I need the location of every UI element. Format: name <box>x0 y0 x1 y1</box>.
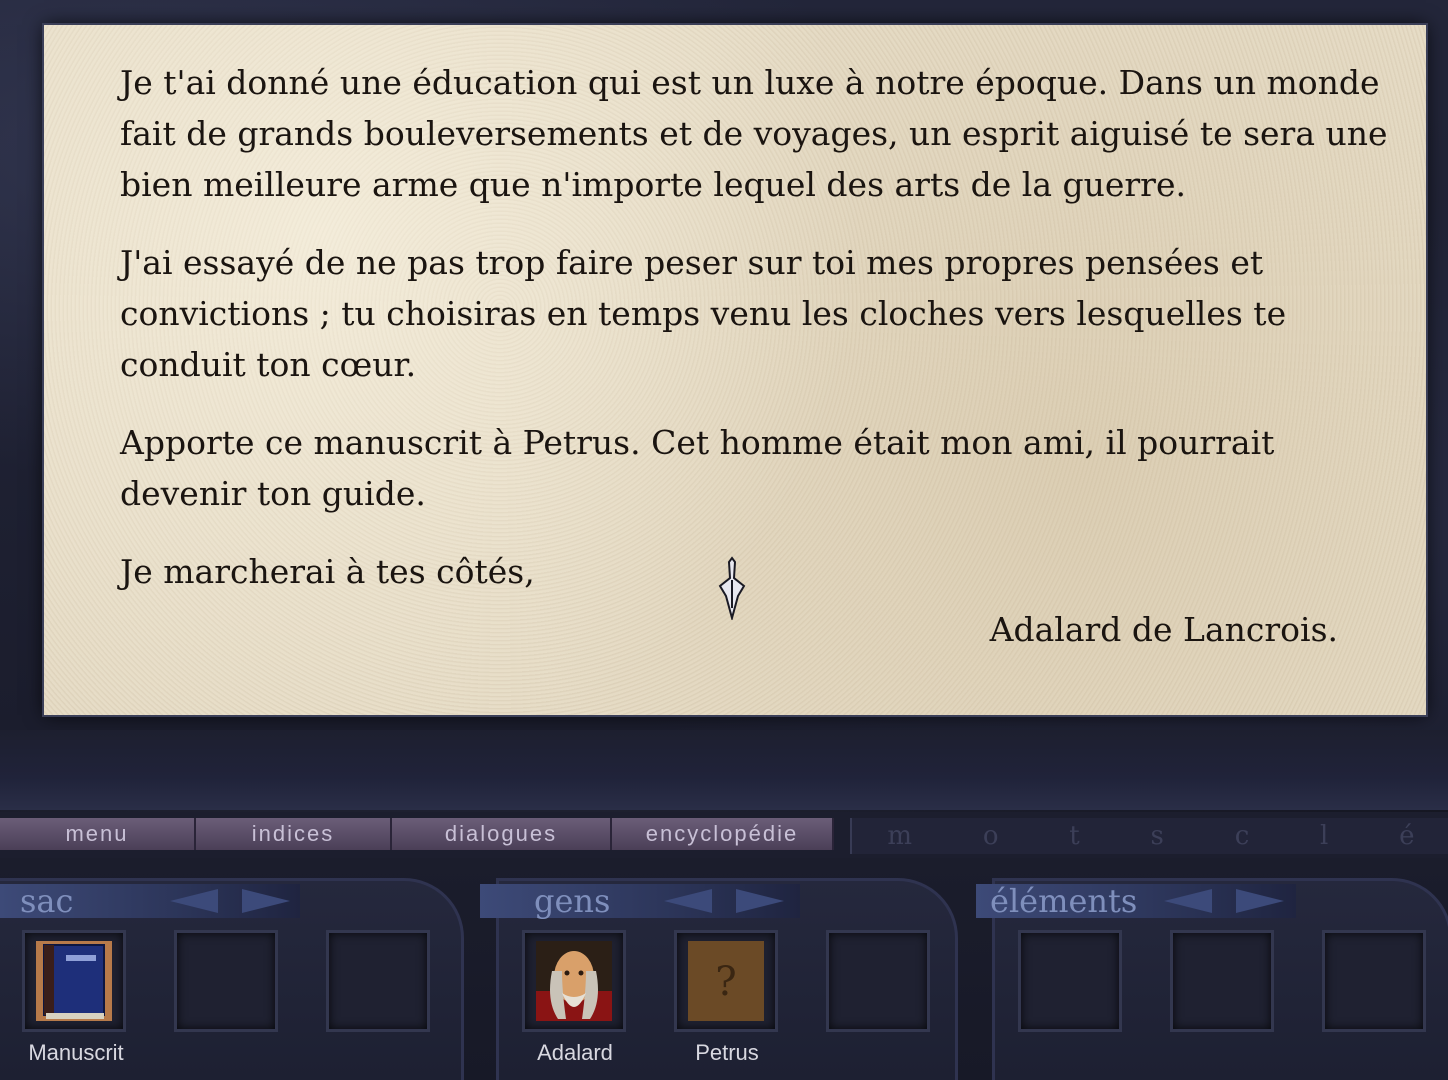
left-arrow-icon[interactable] <box>1164 889 1212 913</box>
character-slot-empty[interactable] <box>826 930 930 1032</box>
tab-indices[interactable]: indices <box>196 818 392 850</box>
tab-encyclopedie[interactable]: encyclopédie <box>612 818 834 850</box>
character-slot-adalard[interactable] <box>522 930 626 1032</box>
keyword-letter: t <box>1069 821 1080 851</box>
keyword-letter: é <box>1399 821 1415 851</box>
unknown-portrait-icon: ? <box>688 941 764 1021</box>
element-slot-empty[interactable] <box>1018 930 1122 1032</box>
sac-arrows <box>170 884 290 918</box>
item-label-manuscrit: Manuscrit <box>28 1040 124 1065</box>
letter-paragraph: Apporte ce manuscrit à Petrus. Cet homme… <box>120 423 1275 513</box>
divider-band <box>0 730 1448 810</box>
elements-arrows <box>1164 884 1284 918</box>
inventory-slot-empty[interactable] <box>174 930 278 1032</box>
book-icon <box>36 941 112 1021</box>
element-slot-empty[interactable] <box>1322 930 1426 1032</box>
letter-paragraph: Je t'ai donné une éducation qui est un l… <box>120 63 1388 204</box>
letter-signature: Adalard de Lancrois. <box>989 610 1338 649</box>
tab-menu[interactable]: menu <box>0 818 196 850</box>
element-slot-empty[interactable] <box>1170 930 1274 1032</box>
character-label-adalard: Adalard <box>537 1040 613 1065</box>
adalard-portrait-icon <box>536 941 612 1021</box>
left-arrow-icon[interactable] <box>170 889 218 913</box>
dagger-cursor-icon <box>718 556 746 620</box>
right-arrow-icon[interactable] <box>1236 889 1284 913</box>
keyword-letter: m <box>887 821 913 851</box>
character-label-petrus: Petrus <box>695 1040 759 1065</box>
letter-paragraph: J'ai essayé de ne pas trop faire peser s… <box>120 243 1287 384</box>
left-arrow-icon[interactable] <box>664 889 712 913</box>
right-arrow-icon[interactable] <box>242 889 290 913</box>
gens-arrows <box>664 884 784 918</box>
svg-text:?: ? <box>715 959 736 1005</box>
tab-dialogues[interactable]: dialogues <box>392 818 612 850</box>
character-slot-petrus[interactable]: ? <box>674 930 778 1032</box>
right-arrow-icon[interactable] <box>736 889 784 913</box>
keyword-letter: l <box>1320 821 1329 851</box>
inventory-slot-manuscrit[interactable] <box>22 930 126 1032</box>
keyword-letter: s <box>1150 821 1164 851</box>
keyword-letter: o <box>982 821 999 851</box>
keywords-bar[interactable]: m o t s c l é <box>850 818 1448 854</box>
letter-paragraph: Je marcherai à tes côtés, <box>120 552 535 591</box>
keyword-letter: c <box>1234 821 1250 851</box>
letter-text: Je t'ai donné une éducation qui est un l… <box>120 57 1390 624</box>
inventory-slot-empty[interactable] <box>326 930 430 1032</box>
